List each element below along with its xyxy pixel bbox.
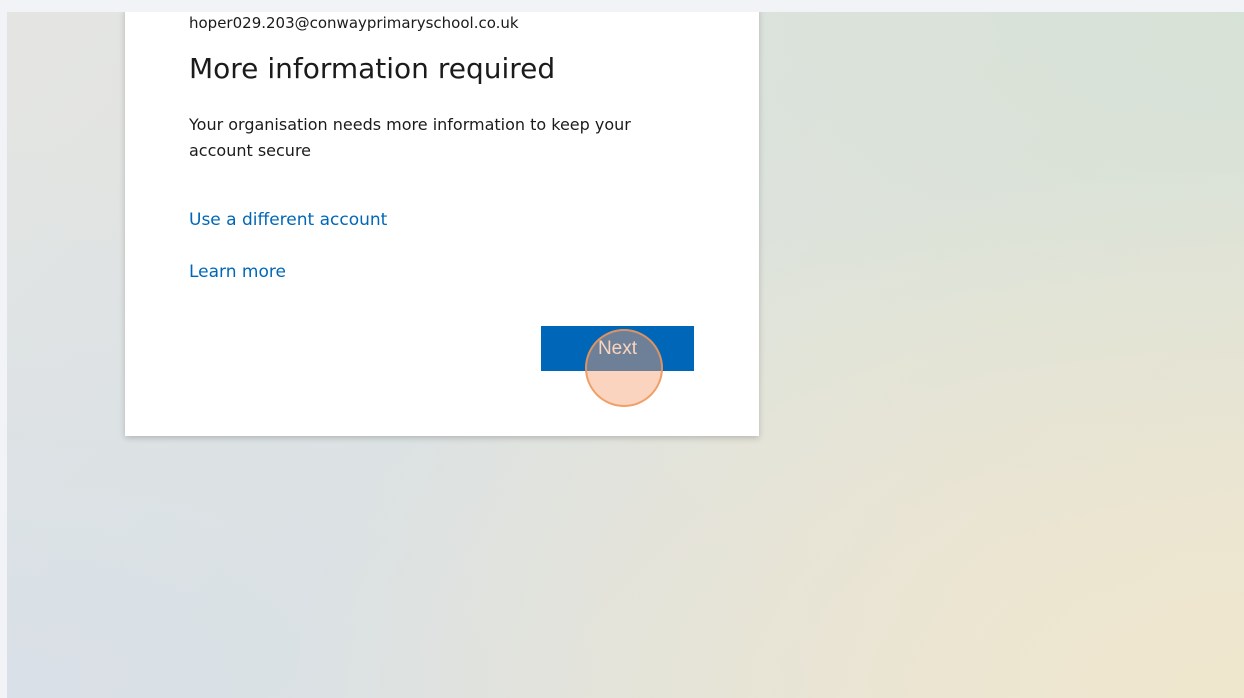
page-background: hoper029.203@conwayprimaryschool.co.uk M… xyxy=(7,12,1244,698)
next-button[interactable]: Next xyxy=(541,326,694,371)
sign-in-card: hoper029.203@conwayprimaryschool.co.uk M… xyxy=(125,12,759,436)
learn-more-link[interactable]: Learn more xyxy=(189,262,286,282)
page-title: More information required xyxy=(189,52,556,85)
left-margin xyxy=(0,0,7,698)
use-different-account-link[interactable]: Use a different account xyxy=(189,210,387,230)
description-text: Your organisation needs more information… xyxy=(189,115,631,160)
account-email: hoper029.203@conwayprimaryschool.co.uk xyxy=(189,14,519,32)
top-margin xyxy=(0,0,1244,12)
